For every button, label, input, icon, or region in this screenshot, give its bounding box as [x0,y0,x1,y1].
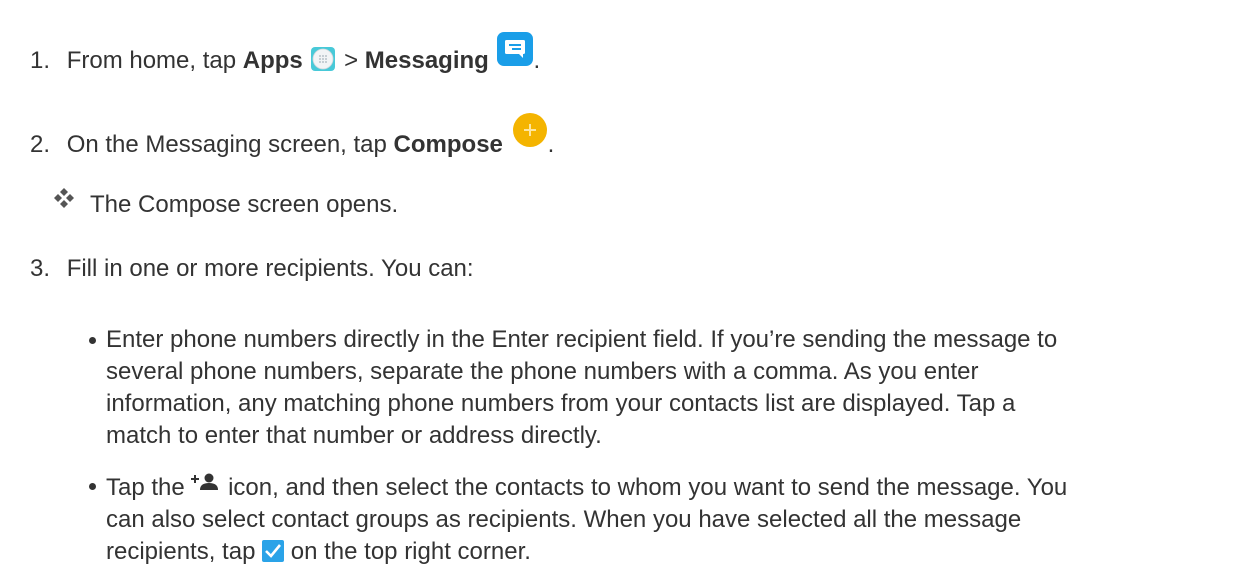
bullet-line: recipients, tap on the top right corner. [106,536,1067,568]
compose-plus-icon [512,112,548,148]
step-3: 3. Fill in one or more recipients. You c… [30,252,474,286]
step-text: Fill in one or more recipients. You can: [66,255,474,282]
messaging-icon [497,32,534,66]
bullet-line: information, any matching phone numbers … [106,390,1016,417]
period: . [533,47,541,74]
bullet-item-1: Enter phone numbers directly in the Ente… [106,324,1057,452]
step-2: 2. On the Messaging screen, tap Compose … [30,112,554,162]
add-contact-icon [191,470,221,490]
compose-label: Compose [393,131,503,158]
step-number: 2. [30,131,51,158]
bullet-line: Tap the icon, and then select the contac… [106,470,1067,504]
bullet-text: on the top right corner. [284,538,531,565]
period: . [547,131,555,158]
result-text: The Compose screen opens. [90,191,399,218]
bullet-line: several phone numbers, separate the phon… [106,358,979,385]
step-number: 1. [30,47,51,74]
bullet-text: icon, and then select the contacts to wh… [221,474,1068,501]
step-number: 3. [30,255,51,282]
checkmark-icon [262,539,285,562]
bullet-text: Tap the [106,474,192,501]
bullet-line: can also select contact groups as recipi… [106,506,1022,533]
step-1: 1. From home, tap Apps > Messaging . [30,32,540,78]
bullet-text: recipients, tap [106,538,263,565]
messaging-label: Messaging [364,47,489,74]
bullet-line: Enter phone numbers directly in the Ente… [106,326,1058,353]
bullet-dot [89,337,96,344]
step-text: From home, tap [66,47,243,74]
result-diamonds-icon [54,184,74,208]
bullet-item-2: Tap the icon, and then select the contac… [106,470,1067,568]
apps-grid-icon [311,47,336,71]
apps-label: Apps [242,47,303,74]
bullet-line: match to enter that number or address di… [106,422,602,449]
separator: > [337,47,365,74]
step-result: The Compose screen opens. [54,184,398,222]
bullet-dot [89,483,96,490]
step-text: On the Messaging screen, tap [66,131,394,158]
